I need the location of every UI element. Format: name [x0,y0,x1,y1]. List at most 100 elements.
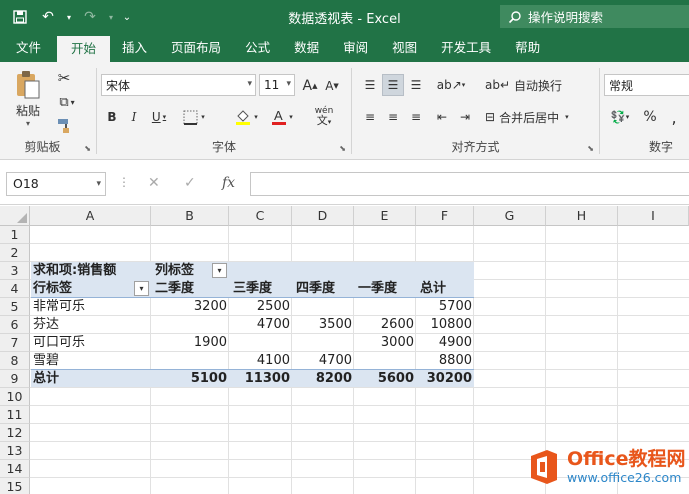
paste-button[interactable]: 粘贴 ▾ [8,68,48,130]
italic-button[interactable]: I [125,106,143,128]
pivot-cell[interactable]: 4900 [416,334,472,352]
row-header[interactable]: 8 [0,352,30,370]
column-header-d[interactable]: D [292,206,354,226]
pivot-cell[interactable]: 3000 [354,334,414,352]
redo-dropdown-icon[interactable]: ▾ [106,6,116,28]
pivot-cell[interactable] [151,352,227,370]
column-header-a[interactable]: A [30,206,151,226]
clipboard-launcher-icon[interactable]: ⬊ [84,144,91,153]
merge-center-button[interactable]: ⊟ 合并后居中 ▾ [485,106,590,128]
column-filter-dropdown-icon[interactable]: ▾ [212,263,227,278]
orientation-button[interactable]: ab↗ ▾ [435,74,467,96]
align-left-button[interactable]: ≡ [359,106,381,128]
redo-icon[interactable]: ↷ [78,6,102,28]
name-box[interactable]: O18 ▾ [6,172,106,196]
font-name-select[interactable]: 宋体 ▾ [101,74,256,96]
comma-style-button[interactable]: , [663,106,685,128]
pivot-col-header[interactable]: 一季度 [358,280,397,298]
tab-formulas[interactable]: 公式 [233,33,282,62]
row-header[interactable]: 3 [0,262,30,280]
align-bottom-button[interactable]: ☰ [405,74,427,96]
pivot-cell[interactable] [292,334,352,352]
pivot-value-label[interactable]: 求和项:销售额 [33,262,116,280]
tab-data[interactable]: 数据 [282,33,331,62]
column-header-c[interactable]: C [229,206,292,226]
pivot-cell[interactable] [354,352,414,370]
pivot-col-header[interactable]: 二季度 [155,280,194,298]
phonetic-guide-button[interactable]: wén 文▾ [306,104,342,128]
format-painter-button[interactable] [52,116,76,136]
pivot-col-header[interactable]: 四季度 [296,280,335,298]
pivot-row-name[interactable]: 可口可乐 [33,334,85,352]
pivot-cell[interactable]: 4100 [229,352,290,370]
pivot-cell[interactable]: 3200 [151,298,227,316]
undo-icon[interactable]: ↶ [36,6,60,28]
pivot-row-label[interactable]: 行标签 [33,280,72,298]
column-header-f[interactable]: F [416,206,474,226]
tab-home[interactable]: 开始 [57,36,111,62]
borders-button[interactable]: ▾ [178,106,210,128]
wrap-text-button[interactable]: ab↵ 自动换行 [485,74,565,96]
font-launcher-icon[interactable]: ⬊ [339,144,346,153]
row-header[interactable]: 9 [0,370,30,388]
bold-button[interactable]: B [103,106,121,128]
pivot-cell[interactable] [229,334,290,352]
row-header[interactable]: 7 [0,334,30,352]
tell-me-search[interactable]: 操作说明搜索 [500,5,689,28]
row-header[interactable]: 2 [0,244,30,262]
column-header-g[interactable]: G [474,206,546,226]
tab-help[interactable]: 帮助 [503,33,552,62]
font-size-select[interactable]: 11 ▾ [259,74,295,96]
tab-review[interactable]: 审阅 [331,33,380,62]
pivot-cell[interactable]: 2500 [229,298,290,316]
tab-page-layout[interactable]: 页面布局 [159,33,233,62]
underline-button[interactable]: U ▾ [147,106,171,128]
row-header[interactable]: 14 [0,460,30,478]
row-header[interactable]: 10 [0,388,30,406]
pivot-total-cell[interactable]: 5100 [151,370,227,388]
pivot-cell[interactable] [292,298,352,316]
insert-function-icon[interactable]: fx [222,175,235,191]
row-header[interactable]: 12 [0,424,30,442]
tab-view[interactable]: 视图 [380,33,429,62]
row-header[interactable]: 15 [0,478,30,494]
align-center-button[interactable]: ≡ [382,106,404,128]
pivot-col-header[interactable]: 三季度 [233,280,272,298]
fill-color-button[interactable]: ▾ [230,106,262,128]
accounting-format-button[interactable]: 💱 ▾ [604,106,636,128]
align-top-button[interactable]: ☰ [359,74,381,96]
increase-font-size-button[interactable]: A ▲ [300,76,320,96]
pivot-cell[interactable]: 10800 [416,316,472,334]
align-middle-button[interactable]: ☰ [382,74,404,96]
customize-qat-icon[interactable]: ⌄ [120,6,134,28]
column-header-h[interactable]: H [546,206,618,226]
pivot-row-name[interactable]: 芬达 [33,316,59,334]
row-header[interactable]: 6 [0,316,30,334]
tab-insert[interactable]: 插入 [110,33,159,62]
row-filter-dropdown-icon[interactable]: ▾ [134,281,149,296]
pivot-cell[interactable]: 2600 [354,316,414,334]
decrease-font-size-button[interactable]: A ▼ [322,76,342,96]
pivot-cell[interactable]: 3500 [292,316,352,334]
pivot-cell[interactable]: 4700 [229,316,290,334]
pivot-cell[interactable]: 1900 [151,334,227,352]
cut-button[interactable]: ✂ [52,68,76,88]
pivot-total-cell[interactable]: 8200 [292,370,352,388]
tab-developer[interactable]: 开发工具 [429,33,503,62]
decrease-indent-button[interactable]: ⇤ [431,106,453,128]
column-header-e[interactable]: E [354,206,416,226]
cancel-icon[interactable]: ✕ [148,175,160,191]
save-icon[interactable] [8,6,32,28]
alignment-launcher-icon[interactable]: ⬊ [587,144,594,153]
pivot-total-cell[interactable]: 5600 [354,370,414,388]
column-header-i[interactable]: I [618,206,689,226]
pivot-cell[interactable] [151,316,227,334]
pivot-total-cell[interactable]: 11300 [229,370,290,388]
increase-indent-button[interactable]: ⇥ [454,106,476,128]
align-right-button[interactable]: ≡ [405,106,427,128]
select-all-button[interactable] [0,206,30,226]
tab-file[interactable]: 文件 [0,33,57,62]
pivot-row-name[interactable]: 非常可乐 [33,298,85,316]
pivot-cell[interactable]: 4700 [292,352,352,370]
pivot-cell[interactable]: 5700 [416,298,472,316]
